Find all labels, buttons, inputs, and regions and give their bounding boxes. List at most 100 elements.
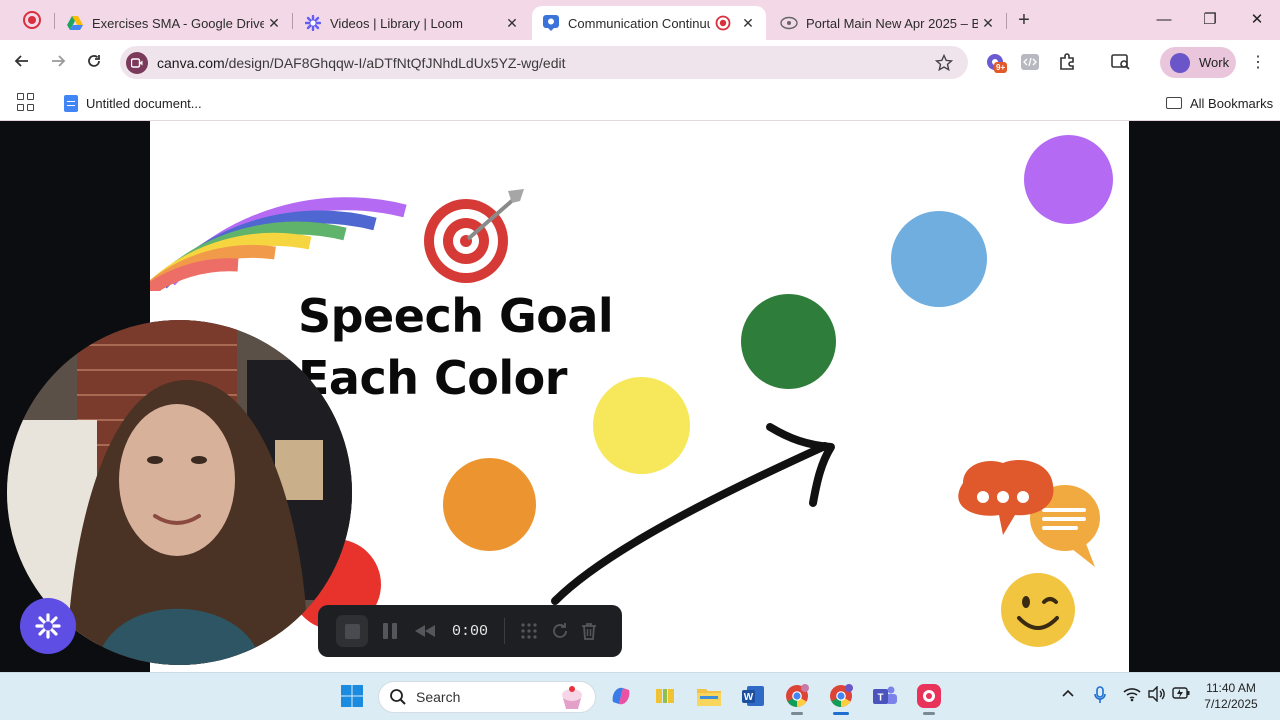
more-menu-icon[interactable]: ⋮ (1248, 51, 1268, 75)
search-icon (390, 689, 406, 705)
battery-icon[interactable] (1172, 686, 1190, 703)
address-bar[interactable]: canva.com/design/DAF8Ghqqw-I/aDTfNtQfJNh… (120, 46, 968, 79)
trash-icon (582, 623, 597, 640)
delete-recording-button[interactable] (581, 605, 597, 657)
profile-button[interactable]: Work (1160, 47, 1236, 78)
windows-taskbar: Search W T 11:40 AM 7/12/2025 (0, 672, 1280, 720)
close-tab-icon[interactable]: ✕ (502, 15, 522, 32)
extension-badge: 9+ (994, 62, 1008, 73)
reload-icon (88, 55, 100, 67)
windows-start-icon[interactable] (338, 682, 366, 710)
pause-button[interactable] (382, 605, 398, 657)
rainbow-graphic (150, 197, 407, 291)
canva-editor-canvas: Speech Goal Each Color 0:00 (0, 121, 1280, 672)
taskbar-search[interactable]: Search (378, 681, 596, 713)
tab-strip: Exercises SMA - Google Drive ✕ Videos | … (0, 0, 1280, 40)
pause-icon (383, 623, 397, 639)
loom-icon (304, 14, 322, 32)
extensions-puzzle-icon[interactable] (1056, 51, 1078, 73)
divider (504, 618, 506, 644)
recording-indicator-icon[interactable] (23, 11, 41, 29)
recording-timer: 0:00 (452, 622, 489, 640)
bookmark-star-icon[interactable] (932, 51, 956, 75)
chrome-work-icon[interactable] (827, 682, 855, 715)
extension-icon[interactable]: 9+ (984, 51, 1008, 73)
purple-circle[interactable] (1024, 135, 1113, 224)
recording-control-bar: 0:00 (318, 605, 622, 657)
bookmark-label: Untitled document... (86, 95, 202, 111)
all-bookmarks-button[interactable]: All Bookmarks (1166, 91, 1273, 115)
widgets-icon[interactable] (651, 682, 679, 710)
back-button[interactable] (9, 50, 35, 76)
forward-button[interactable] (45, 50, 71, 76)
cupcake-search-highlight-icon (562, 686, 582, 709)
green-circle[interactable] (741, 294, 836, 389)
tab-separator (54, 13, 55, 29)
reload-button[interactable] (81, 50, 107, 76)
apps-grid-icon[interactable] (17, 93, 35, 111)
tab-search-icon[interactable] (1110, 51, 1132, 73)
wifi-icon[interactable] (1123, 686, 1141, 705)
slide-title-line: Speech Goal (298, 289, 614, 343)
tab-title: Videos | Library | Loom (330, 15, 463, 31)
close-tab-icon[interactable]: ✕ (264, 15, 284, 32)
folder-icon (1166, 97, 1182, 109)
orange-circle[interactable] (443, 458, 536, 551)
close-tab-icon[interactable]: ✕ (738, 15, 758, 32)
drawing-tools-button[interactable] (519, 605, 539, 657)
new-tab-button[interactable]: + (1012, 8, 1036, 32)
active-app-indicator (833, 712, 849, 715)
stop-icon (344, 623, 360, 639)
tab-title: Communication Continuum (568, 15, 710, 31)
recording-tab-icon (714, 14, 732, 32)
slide-title[interactable]: Speech Goal Each Color (298, 285, 614, 409)
loom-menu-button[interactable] (20, 598, 76, 654)
file-explorer-icon[interactable] (695, 682, 723, 710)
profile-label: Work (1199, 55, 1230, 70)
svg-text:W: W (744, 692, 754, 703)
clock-time: 11:40 AM (1206, 681, 1256, 695)
close-window-button[interactable]: ✕ (1245, 8, 1269, 32)
stop-recording-button[interactable] (336, 615, 368, 647)
rewind-button[interactable] (414, 605, 436, 657)
chat-bubbles-icon (958, 459, 1100, 567)
tab-communication-continuum[interactable]: Communication Continuum ✕ (532, 6, 766, 40)
copilot-icon[interactable] (607, 682, 635, 710)
tab-portal-main[interactable]: Portal Main New Apr 2025 – Be ✕ (770, 6, 1006, 40)
microphone-icon[interactable] (1093, 686, 1107, 707)
slide-title-line: Each Color (298, 351, 567, 405)
tab-separator (292, 13, 293, 29)
tab-title: Portal Main New Apr 2025 – Be (806, 15, 978, 31)
loom-icon (35, 613, 61, 639)
tab-google-drive[interactable]: Exercises SMA - Google Drive ✕ (56, 6, 292, 40)
avatar (1170, 52, 1190, 73)
chrome-profile-icon[interactable] (783, 682, 811, 715)
target-dart-icon (424, 189, 524, 283)
smiley-face-icon (1001, 573, 1075, 647)
site-info-icon[interactable] (126, 51, 148, 74)
google-docs-icon (64, 94, 78, 112)
clock-date: 7/12/2025 (1204, 697, 1258, 711)
bookmark-untitled-document[interactable]: Untitled document... (64, 91, 202, 115)
microsoft-teams-icon[interactable]: T (871, 682, 899, 710)
close-tab-icon[interactable]: ✕ (978, 15, 998, 32)
running-indicator (791, 712, 803, 715)
volume-icon[interactable] (1148, 685, 1166, 705)
blue-circle[interactable] (891, 211, 987, 307)
restart-button[interactable] (551, 605, 569, 657)
restore-button[interactable]: ❐ (1198, 8, 1222, 32)
show-hidden-icons-chevron-icon[interactable] (1061, 686, 1075, 703)
code-extension-icon[interactable] (1019, 51, 1041, 73)
bookmarks-bar: Untitled document... All Bookmarks (0, 85, 1280, 121)
system-clock[interactable]: 11:40 AM 7/12/2025 (1196, 680, 1266, 712)
url-text[interactable]: canva.com/design/DAF8Ghqqw-I/aDTfNtQfJNh… (157, 55, 932, 71)
tab-loom-library[interactable]: Videos | Library | Loom ✕ (294, 6, 530, 40)
svg-text:T: T (877, 693, 883, 704)
recorder-app-icon[interactable] (915, 682, 943, 715)
microsoft-word-icon[interactable]: W (739, 682, 767, 710)
google-drive-icon (66, 14, 84, 32)
forward-arrow-icon (52, 55, 66, 67)
arrow-graphic (551, 423, 835, 605)
minimize-button[interactable]: — (1152, 8, 1176, 32)
browser-toolbar: canva.com/design/DAF8Ghqqw-I/aDTfNtQfJNh… (0, 40, 1280, 85)
